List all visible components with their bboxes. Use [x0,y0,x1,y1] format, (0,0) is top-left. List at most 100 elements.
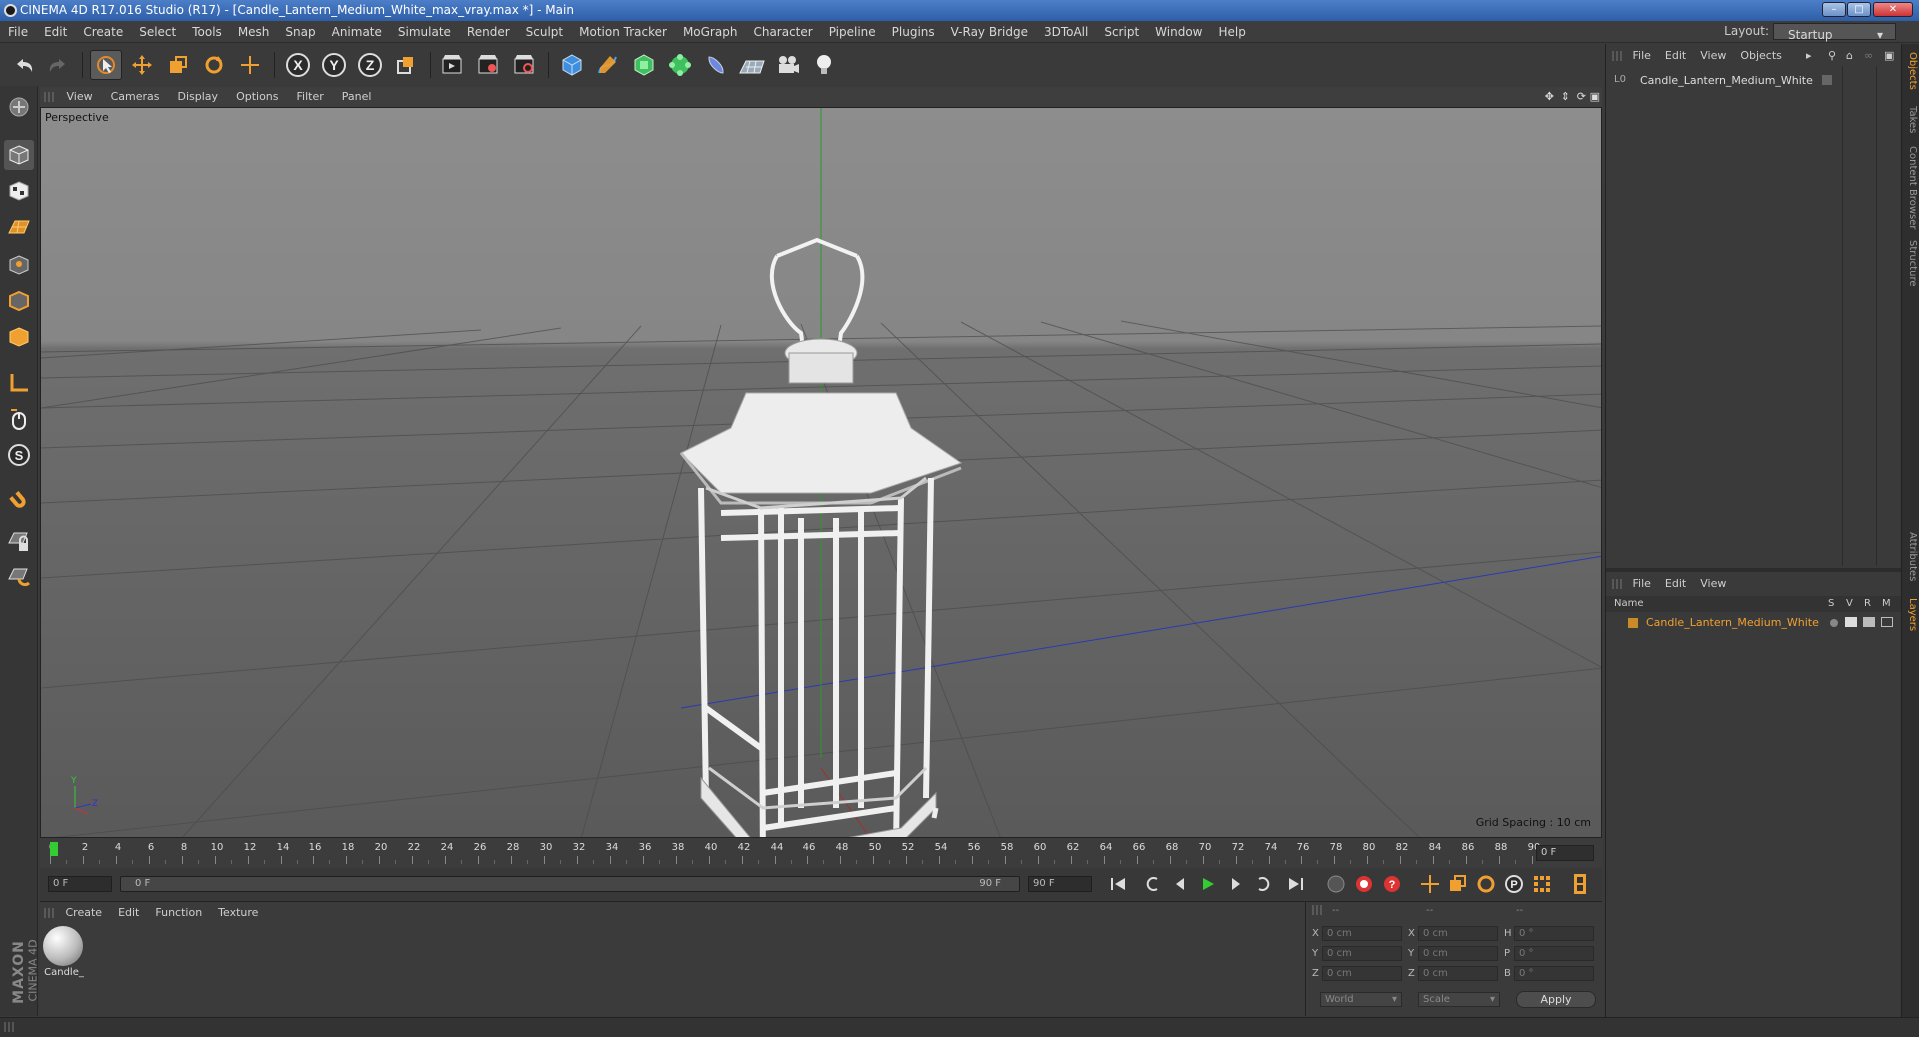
menu-window[interactable]: Window [1147,21,1210,43]
key-point-level-button[interactable] [1530,872,1554,896]
material-menu-function[interactable]: Function [147,902,210,924]
layers-menu-view[interactable]: View [1693,574,1733,594]
search-icon[interactable]: ⚲ [1828,46,1836,66]
panel-grip[interactable] [1612,579,1622,589]
menu-mesh[interactable]: Mesh [230,21,278,43]
viewport-menu-cameras[interactable]: Cameras [102,87,169,107]
tweak-mode-button[interactable] [4,404,34,434]
viewport-zoom-icon[interactable]: ⇕ [1561,87,1570,107]
key-parameter-button[interactable]: P [1502,872,1526,896]
axis-mode-button[interactable] [4,368,34,398]
rot-p-field[interactable]: 0 ° [1514,946,1594,961]
auto-keying-button[interactable] [1352,872,1376,896]
menu-simulate[interactable]: Simulate [390,21,459,43]
home-icon[interactable]: ⌂ [1846,46,1853,66]
material-menu-texture[interactable]: Texture [210,902,266,924]
panel-splitter[interactable] [1606,568,1902,572]
material-menu-edit[interactable]: Edit [110,902,147,924]
menu-animate[interactable]: Animate [324,21,390,43]
objects-menu-objects[interactable]: Objects [1733,46,1789,66]
y-axis-button[interactable]: Y [318,50,350,80]
layers-menu-edit[interactable]: Edit [1658,574,1693,594]
menu-vray-bridge[interactable]: V-Ray Bridge [943,21,1036,43]
frame-range-slider[interactable]: 0 F 90 F [120,876,1020,892]
lock-workplane-button[interactable] [4,526,34,556]
redo-button[interactable] [42,50,74,80]
key-rotation-button[interactable] [1474,872,1498,896]
solo-toggle-icon[interactable] [1830,619,1838,627]
pen-spline-button[interactable] [592,50,624,80]
menu-edit[interactable]: Edit [36,21,75,43]
pos-z-field[interactable]: 0 cm [1322,966,1402,981]
menu-3dtoall[interactable]: 3DToAll [1036,21,1096,43]
current-frame-field[interactable]: 0 F [1536,845,1594,861]
minimize-button[interactable]: – [1822,2,1846,17]
render-view-button[interactable] [436,50,468,80]
polygons-mode-button[interactable] [4,322,34,352]
link-icon[interactable]: ∞ [1864,46,1873,66]
layout-select[interactable]: Startup ▾ [1773,23,1896,42]
menu-pipeline[interactable]: Pipeline [821,21,884,43]
menu-create[interactable]: Create [75,21,131,43]
nurbs-button[interactable] [628,50,660,80]
size-x-field[interactable]: 0 cm [1418,926,1498,941]
manager-toggle-icon[interactable] [1881,617,1893,627]
material-menu-create[interactable]: Create [58,902,111,924]
texture-mode-button[interactable] [4,176,34,206]
menu-select[interactable]: Select [131,21,184,43]
make-editable-button[interactable] [4,92,34,122]
rotate-tool-button[interactable] [198,50,230,80]
menu-character[interactable]: Character [745,21,820,43]
points-mode-button[interactable] [4,250,34,280]
menu-tools[interactable]: Tools [184,21,230,43]
model-mode-button[interactable] [4,140,34,170]
menu-motion-tracker[interactable]: Motion Tracker [571,21,675,43]
layers-menu-file[interactable]: File [1626,574,1658,594]
end-frame-field[interactable]: 90 F [1028,876,1092,892]
close-button[interactable]: ✕ [1873,2,1913,17]
render-settings-button[interactable] [508,50,540,80]
viewport-menu-filter[interactable]: Filter [288,87,333,107]
start-frame-field[interactable]: 0 F [48,876,112,892]
layer-row[interactable]: Candle_Lantern_Medium_White [1606,614,1902,632]
cube-primitive-button[interactable] [556,50,588,80]
add-tool-button[interactable] [234,50,266,80]
coordinate-system-button[interactable] [390,50,422,80]
material-swatch[interactable]: Candle_ [43,926,85,980]
new-window-icon[interactable]: ▣ [1884,46,1894,66]
next-key-button[interactable] [1252,872,1276,896]
timeline-window-button[interactable] [1568,872,1592,896]
undo-button[interactable] [8,50,40,80]
scale-tool-button[interactable] [162,50,194,80]
panel-grip[interactable] [44,92,54,102]
record-keyframe-button[interactable] [1324,872,1348,896]
workplane-button[interactable] [4,212,34,242]
viewport-maximize-icon[interactable]: ▣ [1590,87,1600,107]
tab-takes[interactable]: Takes [1904,106,1918,133]
play-button[interactable] [1196,872,1220,896]
tab-layers[interactable]: Layers [1904,598,1918,631]
quantize-button[interactable] [4,562,34,592]
camera-button[interactable] [772,50,804,80]
previous-frame-button[interactable] [1168,872,1192,896]
snap-button[interactable]: S [4,440,34,470]
pos-x-field[interactable]: 0 cm [1322,926,1402,941]
playhead[interactable] [50,842,58,856]
viewport-menu-view[interactable]: View [58,87,102,107]
object-row[interactable]: L0 Candle_Lantern_Medium_White ⋮ [1610,72,1880,90]
menu-script[interactable]: Script [1096,21,1147,43]
menu-help[interactable]: Help [1210,21,1253,43]
move-tool-button[interactable] [126,50,158,80]
apply-button[interactable]: Apply [1516,991,1596,1008]
go-to-end-button[interactable] [1284,872,1308,896]
pos-y-field[interactable]: 0 cm [1322,946,1402,961]
deformer-button[interactable] [700,50,732,80]
light-button[interactable] [808,50,840,80]
tab-content-browser[interactable]: Content Browser [1904,146,1918,229]
render-picture-viewer-button[interactable] [472,50,504,80]
next-frame-button[interactable] [1224,872,1248,896]
menu-render[interactable]: Render [459,21,518,43]
panel-grip[interactable] [1312,905,1322,915]
key-position-button[interactable] [1418,872,1442,896]
keyframe-selection-button[interactable]: ? [1380,872,1404,896]
